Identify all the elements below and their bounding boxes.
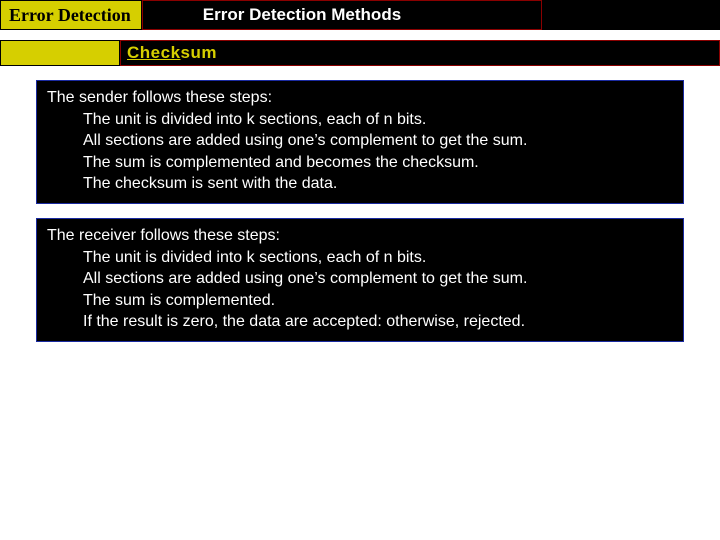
top-main-title: Error Detection Methods [142, 0, 542, 30]
subheader-accent [0, 40, 120, 66]
subheader-strip: Checksum [0, 40, 720, 66]
subheader-label: Checksum [127, 43, 217, 63]
sender-box: The sender follows these steps: The unit… [36, 80, 684, 204]
top-left-title: Error Detection [0, 0, 142, 30]
sender-lead: The sender follows these steps: [47, 87, 673, 109]
receiver-item: The unit is divided into k sections, eac… [47, 247, 673, 269]
receiver-item: If the result is zero, the data are acce… [47, 311, 673, 333]
sender-item: The unit is divided into k sections, eac… [47, 109, 673, 131]
receiver-item: All sections are added using one’s compl… [47, 268, 673, 290]
subheader-main: Checksum [120, 40, 720, 66]
sender-item: The sum is complemented and becomes the … [47, 152, 673, 174]
sender-item: All sections are added using one’s compl… [47, 130, 673, 152]
receiver-lead: The receiver follows these steps: [47, 225, 673, 247]
subheader-label-first: Check [127, 43, 181, 62]
receiver-box: The receiver follows these steps: The un… [36, 218, 684, 342]
subheader-label-rest: sum [181, 43, 217, 62]
receiver-item: The sum is complemented. [47, 290, 673, 312]
top-bar: Error Detection Error Detection Methods [0, 0, 720, 30]
sender-item: The checksum is sent with the data. [47, 173, 673, 195]
